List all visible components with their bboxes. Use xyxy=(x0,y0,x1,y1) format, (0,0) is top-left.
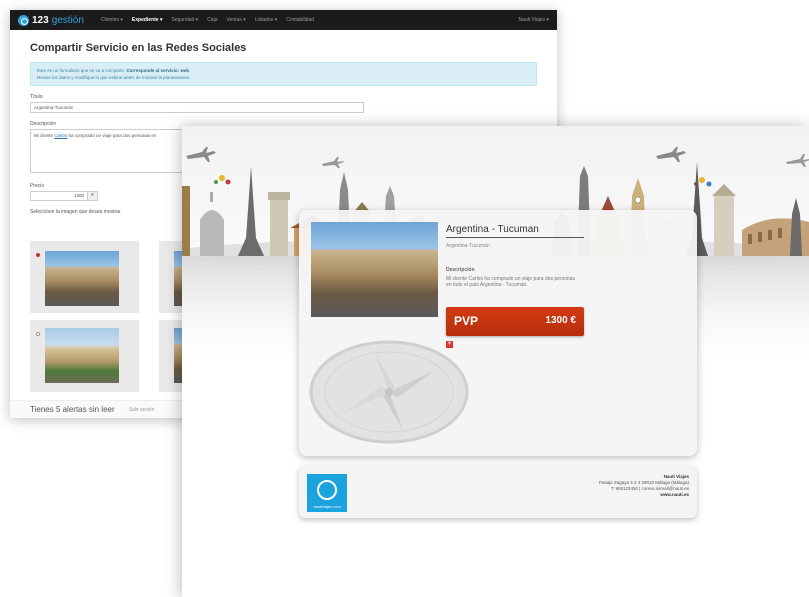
compass-logo-icon xyxy=(317,480,337,500)
price-input[interactable]: 1300 xyxy=(30,191,88,201)
share-preview-window: Argentina - Tucuman Argentina-Tucumán De… xyxy=(182,126,809,597)
image-option-3-radio[interactable] xyxy=(36,332,40,336)
nav-caja[interactable]: Caja xyxy=(207,17,217,23)
price-banner: PVP 1300 € xyxy=(446,307,584,336)
price-unit: € xyxy=(88,191,98,201)
alert-line-1: Este es un formulario que se va a compar… xyxy=(37,67,530,74)
top-navbar: 123 gestión Clientes ▾ Expediente ▾ Segu… xyxy=(10,10,557,30)
user-menu[interactable]: Nauti Viajes ▾ xyxy=(519,17,550,23)
description-textarea[interactable]: Mi cliente Carlos ha comprado un viaje p… xyxy=(30,129,190,173)
google-plus-icon[interactable]: + xyxy=(446,341,453,348)
image-option-3[interactable] xyxy=(30,320,139,392)
image-option-1[interactable] xyxy=(30,241,139,313)
logo-text: nautiviajes.com xyxy=(313,504,341,509)
description-suffix: ha comprado un viaje para dos personas e… xyxy=(67,133,157,138)
agency-logo[interactable]: nautiviajes.com xyxy=(307,474,347,512)
pvp-label: PVP xyxy=(454,314,479,328)
nav-contabilidad[interactable]: Contabilidad xyxy=(286,17,314,23)
description-prefix: Mi cliente xyxy=(34,133,55,138)
title-label: Título xyxy=(30,94,43,100)
card-description: Mi cliente Carlos ha comprado un viaje p… xyxy=(446,276,575,288)
description-link[interactable]: Carlos xyxy=(54,133,67,138)
card-title: Argentina - Tucuman xyxy=(446,224,539,235)
service-card: Argentina - Tucuman Argentina-Tucumán De… xyxy=(299,210,697,456)
brand-globe-icon xyxy=(18,14,29,26)
card-subtitle: Argentina-Tucumán xyxy=(446,243,490,249)
agency-footer: nautiviajes.com Nauti Viajes Pasaje Zaga… xyxy=(299,466,697,518)
brand-prefix: 123 xyxy=(32,14,49,26)
pvp-price: 1300 € xyxy=(545,315,576,326)
image-option-1-photo xyxy=(45,251,119,306)
alert-line-1-bold: Corresponde al servicio: web xyxy=(126,68,190,73)
brand-logo[interactable]: 123 gestión xyxy=(18,14,84,26)
image-option-3-photo xyxy=(45,328,119,383)
info-alert: Este es un formulario que se va a compar… xyxy=(30,62,537,86)
nav-seguridad[interactable]: Seguridad ▾ xyxy=(171,17,198,23)
image-option-1-radio[interactable] xyxy=(36,253,40,257)
alert-line-2: Revise los datos y modifique lo que esti… xyxy=(37,75,191,80)
agency-website[interactable]: www.nauti.es xyxy=(599,492,689,498)
nav-expediente[interactable]: Expediente ▾ xyxy=(132,17,163,23)
screenshot-stage: 123 gestión Clientes ▾ Expediente ▾ Segu… xyxy=(0,0,809,597)
nav-ventas[interactable]: Ventas ▾ xyxy=(226,17,245,23)
title-underline xyxy=(446,237,584,238)
title-input[interactable]: Argentina-Tucumán xyxy=(30,102,364,113)
nav-listados[interactable]: Listados ▾ xyxy=(255,17,278,23)
card-description-label: Descripción xyxy=(446,267,475,273)
agency-info: Nauti Viajes Pasaje Zagaya 4 2 4 29010 M… xyxy=(599,474,689,498)
unread-alerts[interactable]: Tienes 5 alertas sin leer xyxy=(30,405,115,414)
brand-suffix: gestión xyxy=(51,14,84,26)
alert-line-1-text: Este es un formulario que se va a compar… xyxy=(37,68,126,73)
service-photo xyxy=(311,222,438,317)
logout-link[interactable]: Salir sesión xyxy=(129,407,155,413)
nav-clientes[interactable]: Clientes ▾ xyxy=(101,17,123,23)
page-title: Compartir Servicio en las Redes Sociales xyxy=(30,42,247,54)
